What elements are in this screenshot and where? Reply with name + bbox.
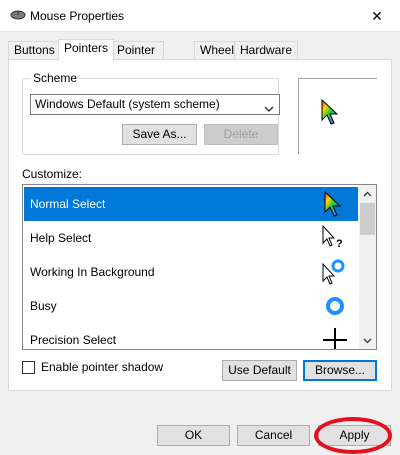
- title-bar: Mouse Properties ✕: [0, 0, 400, 32]
- svg-text:?: ?: [336, 238, 343, 250]
- rainbow-arrow-icon: [322, 190, 348, 217]
- working-background-icon: [322, 259, 348, 285]
- chevron-up-icon: [363, 191, 372, 196]
- close-button[interactable]: ✕: [354, 0, 400, 32]
- close-icon: ✕: [371, 7, 383, 24]
- busy-ring-icon: [322, 293, 348, 319]
- cursor-preview: [298, 78, 377, 154]
- list-item-help-select[interactable]: Help Select ?: [24, 221, 358, 255]
- list-scrollbar[interactable]: [359, 185, 376, 349]
- crosshair-icon: [322, 327, 348, 349]
- pointer-shadow-checkbox[interactable]: Enable pointer shadow: [22, 360, 163, 374]
- tab-hardware[interactable]: Hardware: [234, 41, 299, 60]
- mouse-icon: [10, 9, 26, 24]
- scroll-down-button[interactable]: [359, 332, 376, 349]
- ok-button[interactable]: OK: [157, 425, 230, 446]
- cursor-list[interactable]: Normal Select Help Select ? Working In B…: [22, 184, 377, 350]
- use-default-button[interactable]: Use Default: [222, 360, 297, 381]
- list-item-label: Help Select: [30, 231, 92, 245]
- list-item-working-background[interactable]: Working In Background: [24, 255, 358, 289]
- scheme-selected-value: Windows Default (system scheme): [35, 97, 220, 111]
- scheme-legend: Scheme: [31, 71, 80, 85]
- customize-label: Customize:: [22, 167, 83, 181]
- pointer-shadow-label: Enable pointer shadow: [41, 360, 164, 374]
- tab-buttons[interactable]: Buttons: [8, 41, 61, 60]
- checkbox-box[interactable]: [22, 360, 35, 374]
- list-item-normal-select[interactable]: Normal Select: [24, 187, 358, 221]
- help-select-icon: ?: [322, 224, 348, 251]
- highlight-annotation: [314, 417, 392, 454]
- list-item-precision-select[interactable]: Precision Select: [24, 323, 358, 349]
- save-as-button[interactable]: Save As...: [122, 124, 197, 145]
- scheme-dropdown[interactable]: Windows Default (system scheme): [30, 94, 280, 115]
- list-item-label: Busy: [30, 299, 57, 313]
- list-item-busy[interactable]: Busy: [24, 289, 358, 323]
- tab-pointer-options[interactable]: Pointer Options: [111, 41, 165, 74]
- tab-pointers[interactable]: Pointers: [58, 39, 115, 61]
- list-item-label: Normal Select: [30, 197, 106, 211]
- list-item-label: Working In Background: [30, 265, 155, 279]
- list-item-label: Precision Select: [30, 333, 117, 347]
- scroll-thumb[interactable]: [360, 203, 375, 235]
- delete-button[interactable]: Delete: [204, 124, 278, 145]
- window-title: Mouse Properties: [30, 9, 125, 23]
- chevron-down-icon: [363, 338, 372, 343]
- cancel-button[interactable]: Cancel: [237, 425, 310, 446]
- scroll-up-button[interactable]: [359, 185, 376, 202]
- chevron-down-icon: [264, 100, 274, 119]
- browse-button[interactable]: Browse...: [303, 360, 377, 381]
- rainbow-arrow-icon: [321, 98, 341, 130]
